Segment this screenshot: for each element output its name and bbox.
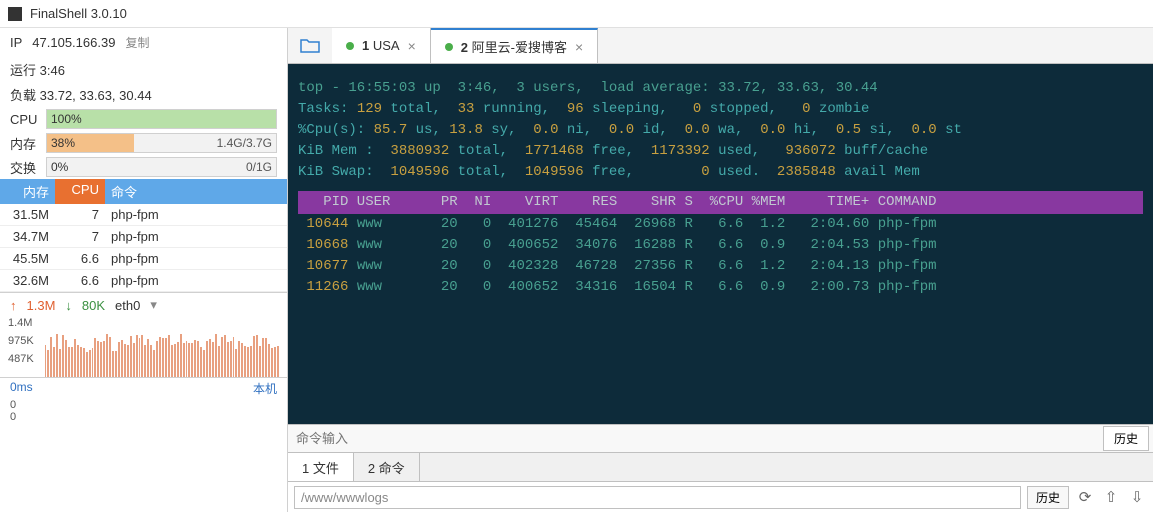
mem-bar: 38% 1.4G/3.7G (46, 133, 277, 153)
cpu-label: CPU (10, 112, 40, 127)
cpu-line: %Cpu(s): 85.7 us, 13.8 sy, 0.0 ni, 0.0 i… (298, 120, 1143, 141)
swap-bar: 0% 0/1G (46, 157, 277, 177)
network-chart: 1.4M 975K 487K (4, 317, 283, 377)
app-logo-icon (8, 7, 22, 21)
table-row[interactable]: 45.5M6.6php-fpm (0, 248, 287, 270)
process-row: 10644 www 20 0 401276 45464 26968 R 6.6 … (298, 214, 1143, 235)
process-row: 10677 www 20 0 402328 46728 27356 R 6.6 … (298, 256, 1143, 277)
iface-name: eth0 (115, 298, 140, 313)
mem-label: 内存 (10, 134, 40, 153)
table-row[interactable]: 31.5M7php-fpm (0, 204, 287, 226)
download-value: 80K (82, 298, 105, 313)
app-title: FinalShell 3.0.10 (30, 6, 127, 21)
cpu-bar: 100% (46, 109, 277, 129)
mem-percent: 38% (51, 136, 75, 150)
network-row: ↑ 1.3M ↓ 80K eth0 ▾ (0, 292, 287, 317)
mem-line: KiB Mem : 3880932 total, 1771468 free, 1… (298, 141, 1143, 162)
ip-value: 47.105.166.39 (32, 35, 115, 50)
upload-icon[interactable]: ⇧ (1101, 487, 1121, 507)
folder-icon[interactable] (288, 28, 332, 63)
bottom-tabs: 1 文件 2 命令 (288, 452, 1153, 482)
process-header-row: PID USER PR NI VIRT RES SHR S %CPU %MEM … (298, 191, 1143, 214)
download-icon[interactable]: ⇩ (1127, 487, 1147, 507)
load-value: 33.72, 33.63, 30.44 (40, 88, 152, 103)
tasks-line: Tasks: 129 total, 33 running, 96 sleepin… (298, 99, 1143, 120)
mem-value: 1.4G/3.7G (217, 136, 272, 150)
command-input[interactable] (288, 427, 1103, 450)
arrow-down-icon: ↓ (65, 298, 72, 313)
titlebar: FinalShell 3.0.10 (0, 0, 1153, 28)
tab-usa[interactable]: 1 USA × (332, 28, 431, 63)
upload-value: 1.3M (27, 298, 56, 313)
status-dot-icon (346, 42, 354, 50)
uptime-label: 运行 (10, 63, 36, 78)
col-mem[interactable]: 内存 (0, 179, 55, 204)
close-icon[interactable]: × (408, 38, 416, 54)
ip-label: IP (10, 35, 22, 50)
col-cmd[interactable]: 命令 (105, 179, 287, 204)
latency-zero: 0 (0, 411, 287, 423)
status-dot-icon (445, 43, 453, 51)
swap-line: KiB Swap: 1049596 total, 1049596 free, 0… (298, 162, 1143, 183)
path-history-button[interactable]: 历史 (1027, 486, 1069, 509)
latency-value: 0ms (10, 380, 33, 397)
tab-commands[interactable]: 2 命令 (354, 453, 420, 481)
terminal[interactable]: top - 16:55:03 up 3:46, 3 users, load av… (288, 64, 1153, 424)
col-cpu[interactable]: CPU (55, 179, 105, 204)
tab-aliyun[interactable]: 2 阿里云-爱搜博客 × (431, 28, 598, 63)
chevron-down-icon[interactable]: ▾ (150, 297, 157, 313)
load-label: 负载 (10, 88, 36, 103)
table-row[interactable]: 32.6M6.6php-fpm (0, 270, 287, 292)
process-header: 内存 CPU 命令 (0, 179, 287, 204)
history-button[interactable]: 历史 (1103, 426, 1149, 451)
close-icon[interactable]: × (575, 39, 583, 55)
swap-label: 交换 (10, 158, 40, 177)
sidebar: IP 47.105.166.39 复制 运行 3:46 负载 33.72, 33… (0, 28, 288, 512)
latency-zero: 0 (0, 399, 287, 411)
arrow-up-icon: ↑ (10, 298, 17, 313)
cpu-percent: 100% (51, 112, 82, 126)
refresh-icon[interactable]: ⟳ (1075, 487, 1095, 507)
process-list: 31.5M7php-fpm34.7M7php-fpm45.5M6.6php-fp… (0, 204, 287, 292)
path-input[interactable] (294, 486, 1021, 509)
copy-button[interactable]: 复制 (125, 34, 149, 51)
process-row: 10668 www 20 0 400652 34076 16288 R 6.6 … (298, 235, 1143, 256)
uptime-value: 3:46 (40, 63, 65, 78)
tab-bar: 1 USA × 2 阿里云-爱搜博客 × (288, 28, 1153, 64)
process-row: 11266 www 20 0 400652 34316 16504 R 6.6 … (298, 277, 1143, 298)
local-label[interactable]: 本机 (253, 380, 277, 397)
swap-value: 0/1G (246, 160, 272, 174)
swap-percent: 0% (51, 160, 68, 174)
top-line: top - 16:55:03 up 3:46, 3 users, load av… (298, 78, 1143, 99)
table-row[interactable]: 34.7M7php-fpm (0, 226, 287, 248)
tab-files[interactable]: 1 文件 (288, 453, 354, 481)
